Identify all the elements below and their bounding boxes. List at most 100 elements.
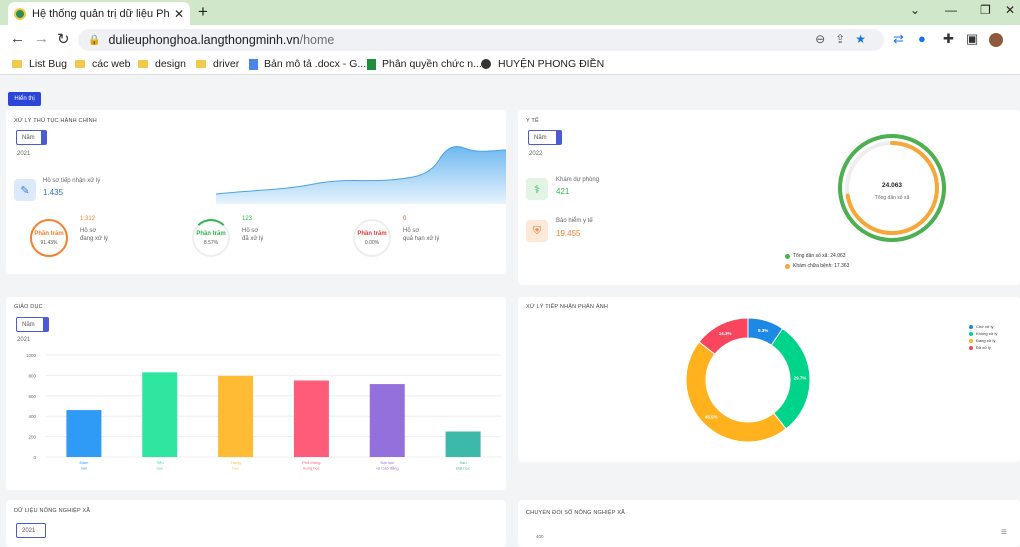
- card-title: XỬ LÝ TIẾP NHẬN PHẢN ÁNH: [526, 304, 609, 310]
- ring-percent: 91.43%: [40, 239, 58, 246]
- bar: [66, 410, 102, 457]
- bookmark-ban-mo-ta[interactable]: Bản mô tả .docx - G...: [249, 58, 366, 70]
- area-sparkline: [215, 146, 506, 204]
- stat-value: 123: [242, 216, 253, 222]
- folder-icon: [12, 60, 22, 68]
- percent-ring: Phần trăm 91.43%: [30, 219, 68, 257]
- translate-extension-icon[interactable]: ⇄: [893, 31, 904, 47]
- legend-item[interactable]: Đang xử lý: [969, 338, 997, 343]
- extensions-puzzle-icon[interactable]: ✚: [943, 31, 954, 47]
- legend-dot: [785, 253, 790, 259]
- percent-ring: Phần trăm 0.00%: [353, 219, 391, 257]
- bar: [369, 384, 405, 457]
- bookmark-label: design: [155, 58, 186, 70]
- legend-dot: [969, 345, 973, 350]
- ring-percent: 8.57%: [203, 239, 219, 246]
- bookmark-star-icon[interactable]: ★: [855, 32, 876, 46]
- education-bar-chart: 02004006008001000MầmnonTiểuhọcTrunghọcPh…: [26, 353, 501, 471]
- address-row: ← → ↻ 🔒 dulieuphonghoa.langthongminh.vn …: [0, 25, 1020, 55]
- restore-icon[interactable]: ❐: [980, 3, 991, 17]
- lock-icon: 🔒: [88, 34, 101, 46]
- shield-icon: ⛨: [526, 220, 548, 242]
- browser-tab-bar: Hệ thống quản trị dữ liệu Phong ✕ + ⌄ — …: [0, 0, 1020, 25]
- tab-search-icon[interactable]: ⌄: [910, 3, 920, 17]
- y-tick-label: 0: [33, 455, 36, 460]
- share-icon[interactable]: ⇪: [835, 32, 855, 46]
- zoom-icon[interactable]: ⊖: [815, 32, 835, 46]
- address-bar[interactable]: 🔒 dulieuphonghoa.langthongminh.vn /home …: [78, 29, 884, 51]
- bookmark-design[interactable]: design: [138, 58, 186, 70]
- omnibox-actions: ⊖⇪★: [815, 32, 876, 46]
- document-edit-icon: ✎: [14, 179, 36, 201]
- browser-tab[interactable]: Hệ thống quản trị dữ liệu Phong ✕: [8, 2, 190, 25]
- received-value: 1.435: [43, 188, 64, 197]
- bookmark-label: Phân quyền chức n...: [382, 58, 482, 70]
- url-host: dulieuphonghoa.langthongminh.vn: [108, 33, 300, 47]
- legend-dot: [969, 338, 973, 343]
- folder-icon: [196, 60, 206, 68]
- y-tick-label: 1000: [26, 353, 37, 358]
- feedback-card: XỬ LÝ TIẾP NHẬN PHẢN ÁNH 9.3% 29.7% 45.5% 1…: [518, 297, 1020, 462]
- education-card: GIÁO DỤC Năm 2021 0 200 400 600 800 1000 Mầm no…: [6, 297, 506, 490]
- year-filter-select[interactable]: Năm: [16, 130, 47, 145]
- x-tick-label: non: [81, 466, 88, 471]
- year-filter-select[interactable]: Năm: [16, 317, 49, 332]
- dropper-extension-icon[interactable]: ●: [918, 31, 926, 46]
- bar: [142, 372, 178, 457]
- x-tick-label: trung học: [303, 466, 320, 471]
- bookmark-phan-quyen[interactable]: Phân quyền chức n...: [367, 58, 482, 70]
- reload-icon[interactable]: ↻: [57, 30, 70, 48]
- new-tab-button[interactable]: +: [198, 2, 208, 22]
- year-label: 2021: [17, 337, 31, 343]
- bookmark-cac-web[interactable]: các web: [75, 58, 131, 70]
- stat-label-2: đã xử lý: [242, 236, 264, 242]
- minimize-icon[interactable]: —: [945, 3, 957, 17]
- health-item-value: 421: [556, 187, 570, 196]
- card-title: DỮ LIỆU NÔNG NGHIỆP XÃ: [14, 508, 91, 514]
- year-filter-select[interactable]: Năm: [528, 130, 562, 145]
- received-label: Hồ sơ tiếp nhận xử lý: [43, 178, 101, 184]
- bookmark-driver[interactable]: driver: [196, 58, 239, 70]
- donut-slice: [685, 341, 787, 443]
- window-close-icon[interactable]: ✕: [1005, 3, 1015, 17]
- bar: [445, 431, 481, 457]
- legend-item[interactable]: Chờ xử lý: [969, 324, 997, 329]
- x-tick-label: Mầm: [79, 460, 89, 465]
- ring-label: Phần trăm: [357, 230, 387, 237]
- legend-item[interactable]: Không xử lý: [969, 331, 997, 336]
- percent-ring: Phần trăm 8.57%: [192, 219, 230, 257]
- stat-value: 1.312: [80, 216, 96, 222]
- bar: [293, 380, 329, 457]
- menu-icon[interactable]: ≡: [1001, 527, 1007, 538]
- x-tick-label: Trung: [230, 460, 240, 465]
- slice-label: 9.3%: [758, 328, 768, 333]
- slice-label: 45.5%: [705, 414, 718, 419]
- health-item-label: Khám dự phòng: [556, 177, 600, 183]
- bookmark-label: các web: [92, 58, 131, 70]
- center-label: Tổng dân số xã: [874, 195, 910, 201]
- show-button[interactable]: Hiển thị: [8, 92, 41, 106]
- x-tick-label: Sau: [460, 460, 467, 465]
- slice-label: 14.3%: [719, 331, 732, 336]
- bookmark-list-bug[interactable]: List Bug: [12, 58, 67, 70]
- y-tick-label: 200: [28, 435, 36, 440]
- bookmark-label: HUYỆN PHONG ĐIỀN: [498, 58, 605, 70]
- globe-icon: [481, 59, 491, 69]
- stat-value: 0: [403, 216, 407, 222]
- year-filter-select[interactable]: 2021: [16, 523, 46, 538]
- x-tick-label: Đại học: [380, 460, 394, 465]
- side-panel-icon[interactable]: ▣: [966, 31, 978, 47]
- axis-tick: 400: [536, 534, 544, 539]
- back-icon[interactable]: ←: [10, 30, 25, 47]
- forward-icon[interactable]: →: [34, 30, 49, 47]
- x-tick-label: và Cao đẳng: [376, 466, 399, 471]
- profile-avatar[interactable]: [989, 33, 1003, 47]
- feedback-legend: Chờ xử lý Không xử lý Đang xử lý Đã xử lý: [969, 324, 997, 352]
- y-tick-label: 800: [28, 373, 36, 378]
- bookmark-huyen-phong-dien[interactable]: HUYỆN PHONG ĐIỀN: [481, 58, 604, 70]
- legend-dot: [969, 331, 973, 336]
- legend-item[interactable]: Đã xử lý: [969, 345, 997, 350]
- legend-dot: [969, 324, 973, 329]
- close-tab-icon[interactable]: ✕: [174, 7, 184, 21]
- folder-icon: [75, 60, 85, 68]
